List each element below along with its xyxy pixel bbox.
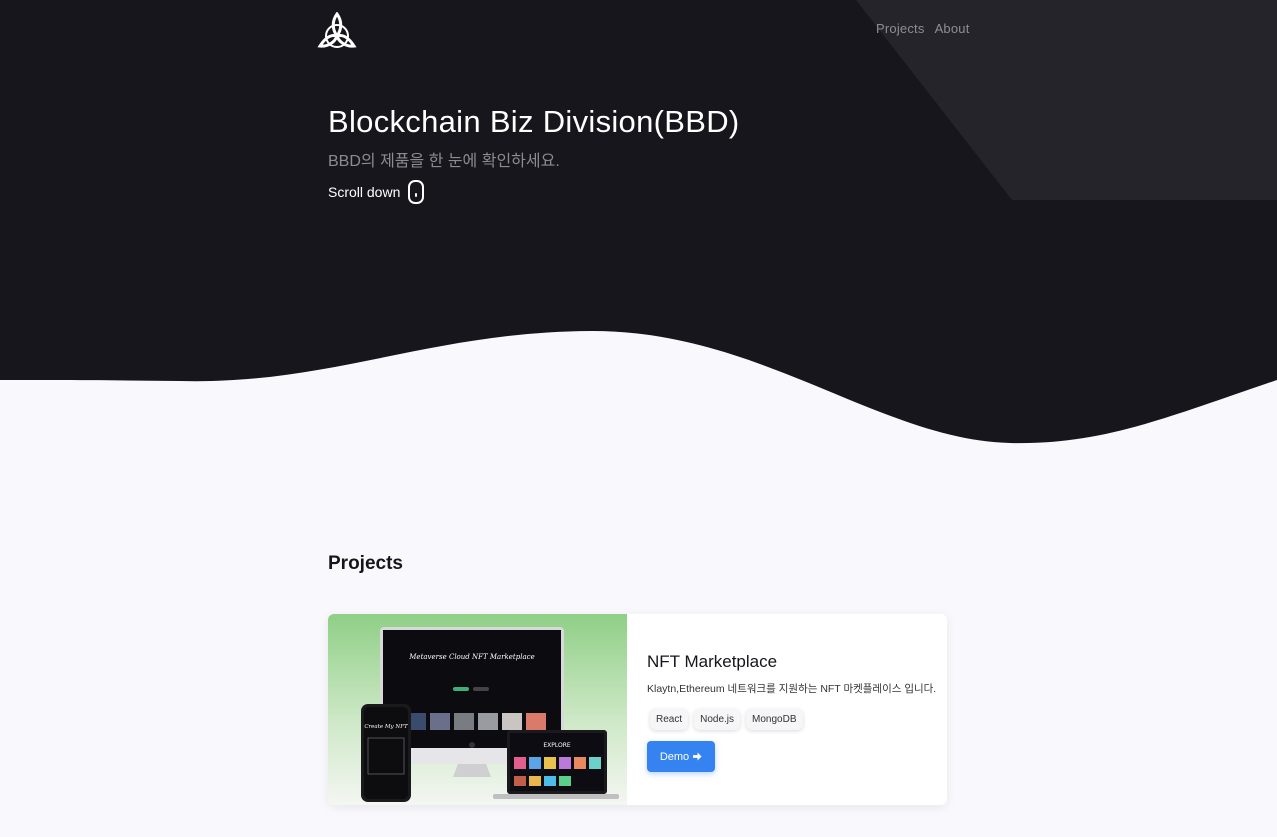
tag-react: React (650, 709, 689, 730)
arrow-right-icon (693, 752, 702, 761)
demo-button[interactable]: Demo (647, 741, 715, 772)
mockup-caption-text: Metaverse Cloud NFT Marketplace (408, 653, 534, 661)
scroll-down-link[interactable]: Scroll down (328, 180, 425, 204)
triquetra-logo-icon[interactable] (317, 11, 357, 50)
tag-mongodb: MongoDB (746, 709, 803, 730)
hero-title: Blockchain Biz Division(BBD) (328, 104, 740, 139)
project-screenshot-image: Metaverse Cloud NFT Marketplace Create M… (328, 614, 627, 805)
nav-about-link[interactable]: About (935, 21, 970, 36)
project-description: Klaytn,Ethereum 네트워크를 지원하는 NFT 마켓플레이스 입니… (647, 683, 937, 695)
hero-section: Projects About Blockchain Biz Division(B… (0, 0, 1277, 450)
project-title: NFT Marketplace (647, 652, 778, 671)
demo-button-label: Demo (659, 750, 690, 763)
scroll-down-label: Scroll down (328, 184, 401, 200)
laptop-caption-text: EXPLORE (543, 742, 571, 749)
project-tags: React Node.js MongoDB (650, 709, 803, 730)
top-nav: Projects About (876, 21, 970, 36)
hero-background (0, 0, 1277, 444)
projects-heading: Projects (328, 553, 403, 574)
phone-caption-text: Create My NFT (364, 724, 408, 730)
hero-subtitle: BBD의 제품을 한 눈에 확인하세요. (328, 153, 560, 170)
mouse-icon (408, 180, 425, 204)
tag-nodejs: Node.js (694, 709, 741, 730)
nav-projects-link[interactable]: Projects (876, 21, 925, 36)
project-card: Metaverse Cloud NFT Marketplace Create M… (328, 614, 947, 805)
